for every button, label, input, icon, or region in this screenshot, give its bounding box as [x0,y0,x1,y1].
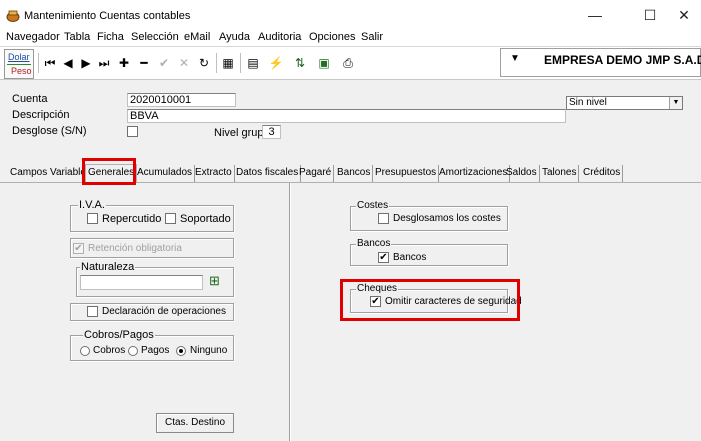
repercutido-label: Repercutido [102,213,162,225]
ninguno-radio[interactable] [176,346,186,356]
naturaleza-input[interactable] [80,275,203,290]
chevron-down-icon[interactable]: ▼ [669,97,682,109]
toolbar-separator [216,53,217,73]
descripcion-label: Descripción [12,109,70,121]
soportado-label: Soportado [180,213,231,225]
export-icon[interactable]: ▣ [316,55,332,71]
menu-ayuda[interactable]: Ayuda [219,31,250,43]
window-title: Mantenimiento Cuentas contables [24,10,191,22]
soportado-checkbox[interactable] [165,213,176,224]
iva-group-title: I.V.A. [78,199,106,211]
ninguno-label: Ninguno [190,345,228,356]
currency-peso-label: Peso [11,66,32,76]
tab-amortizaciones[interactable]: Amortizaciones [437,165,511,182]
menu-auditoria[interactable]: Auditoria [258,31,301,43]
tab-talones[interactable]: Talones [540,165,580,182]
menu-navegador[interactable]: Navegador [6,31,60,43]
refresh-icon[interactable]: ↻ [196,55,212,71]
cobros-radio[interactable] [80,346,90,356]
ctas-destino-button[interactable]: Ctas. Destino [156,413,234,433]
pagos-label: Pagos [141,345,170,356]
bancos-group-title: Bancos [356,238,392,249]
currency-toggle-button[interactable]: Dolar Peso [4,49,34,79]
cobros-pagos-group-title: Cobros/Pagos [83,329,155,341]
tab-bancos[interactable]: Bancos [335,165,374,182]
menu-email[interactable]: eMail [184,31,210,43]
add-record-icon[interactable]: ✚ [116,55,132,71]
title-bar: Mantenimiento Cuentas contables — ☐ ✕ [0,0,701,30]
grid-view-icon[interactable]: ▦ [220,55,236,71]
bancos-checkbox[interactable]: ✔ [378,252,389,263]
delete-record-icon[interactable]: ━ [136,55,152,71]
menu-seleccion[interactable]: Selección [131,31,179,43]
tab-highlight-annotation [82,158,136,185]
tab-saldos[interactable]: Saldos [504,165,540,182]
filter-icon[interactable]: ⚡ [268,55,284,71]
menu-ficha[interactable]: Ficha [97,31,124,43]
cobros-label: Cobros [93,345,126,356]
declaracion-label: Declaración de operaciones [102,306,226,317]
currency-separator [7,64,31,65]
bancos-label: Bancos [393,252,427,263]
cuenta-label: Cuenta [12,93,48,105]
card-view-icon[interactable]: ▤ [245,55,261,71]
toolbar-separator [240,53,241,73]
toolbar-separator [38,53,39,73]
minimize-button[interactable]: — [575,0,615,30]
company-name: EMPRESA DEMO JMP S.A.D [544,53,701,67]
first-record-icon[interactable]: ⏮ [42,55,58,71]
retencion-checkbox[interactable]: ✔ [73,243,84,254]
cheques-highlight-annotation [340,279,520,321]
last-record-icon[interactable]: ⏭ [96,55,112,71]
currency-dolar-label: Dolar [8,52,30,62]
app-icon [6,10,20,22]
prev-record-icon[interactable]: ◀ [60,55,76,71]
tab-presupuestos[interactable]: Presupuestos [373,165,440,182]
tab-pagare[interactable]: Pagaré [297,165,335,182]
tab-acumulados[interactable]: Acumulados [135,165,196,182]
naturaleza-group-title: Naturaleza [80,261,136,273]
desglose-checkbox[interactable] [127,126,138,137]
retencion-label: Retención obligatoria [88,243,182,254]
desglosamos-label: Desglosamos los costes [393,213,501,224]
next-record-icon[interactable]: ▶ [78,55,94,71]
tab-datos-fiscales[interactable]: Datos fiscales [234,165,302,182]
confirm-icon[interactable]: ✔ [156,55,172,71]
menu-opciones[interactable]: Opciones [309,31,355,43]
tree-icon[interactable]: ⇅ [292,55,308,71]
nivel-grupo-input[interactable]: 3 [262,125,281,139]
cuenta-input[interactable]: 2020010001 [127,93,236,107]
pagos-radio[interactable] [128,346,138,356]
close-button[interactable]: ✕ [664,0,701,30]
nivel-select[interactable]: Sin nivel ▼ [566,96,683,110]
nivel-select-value: Sin nivel [569,97,607,108]
repercutido-checkbox[interactable] [87,213,98,224]
desglosamos-checkbox[interactable] [378,213,389,224]
menu-tabla[interactable]: Tabla [64,31,90,43]
print-icon[interactable]: ⎙ [340,55,356,71]
declaracion-checkbox[interactable] [87,306,98,317]
naturaleza-lookup-icon[interactable]: ⊞ [207,273,222,288]
tab-creditos[interactable]: Créditos [581,165,624,182]
desglose-label: Desglose (S/N) [12,125,87,137]
menu-salir[interactable]: Salir [361,31,383,43]
panel-divider-highlight [290,183,291,441]
menu-bar: Navegador Tabla Ficha Selección eMail Ay… [0,30,701,46]
cancel-icon[interactable]: ✕ [176,55,192,71]
tab-extracto[interactable]: Extracto [193,165,235,182]
company-dropdown-icon[interactable]: ▼ [510,53,520,64]
descripcion-input[interactable]: BBVA [127,109,566,123]
costes-group-title: Costes [356,200,390,211]
